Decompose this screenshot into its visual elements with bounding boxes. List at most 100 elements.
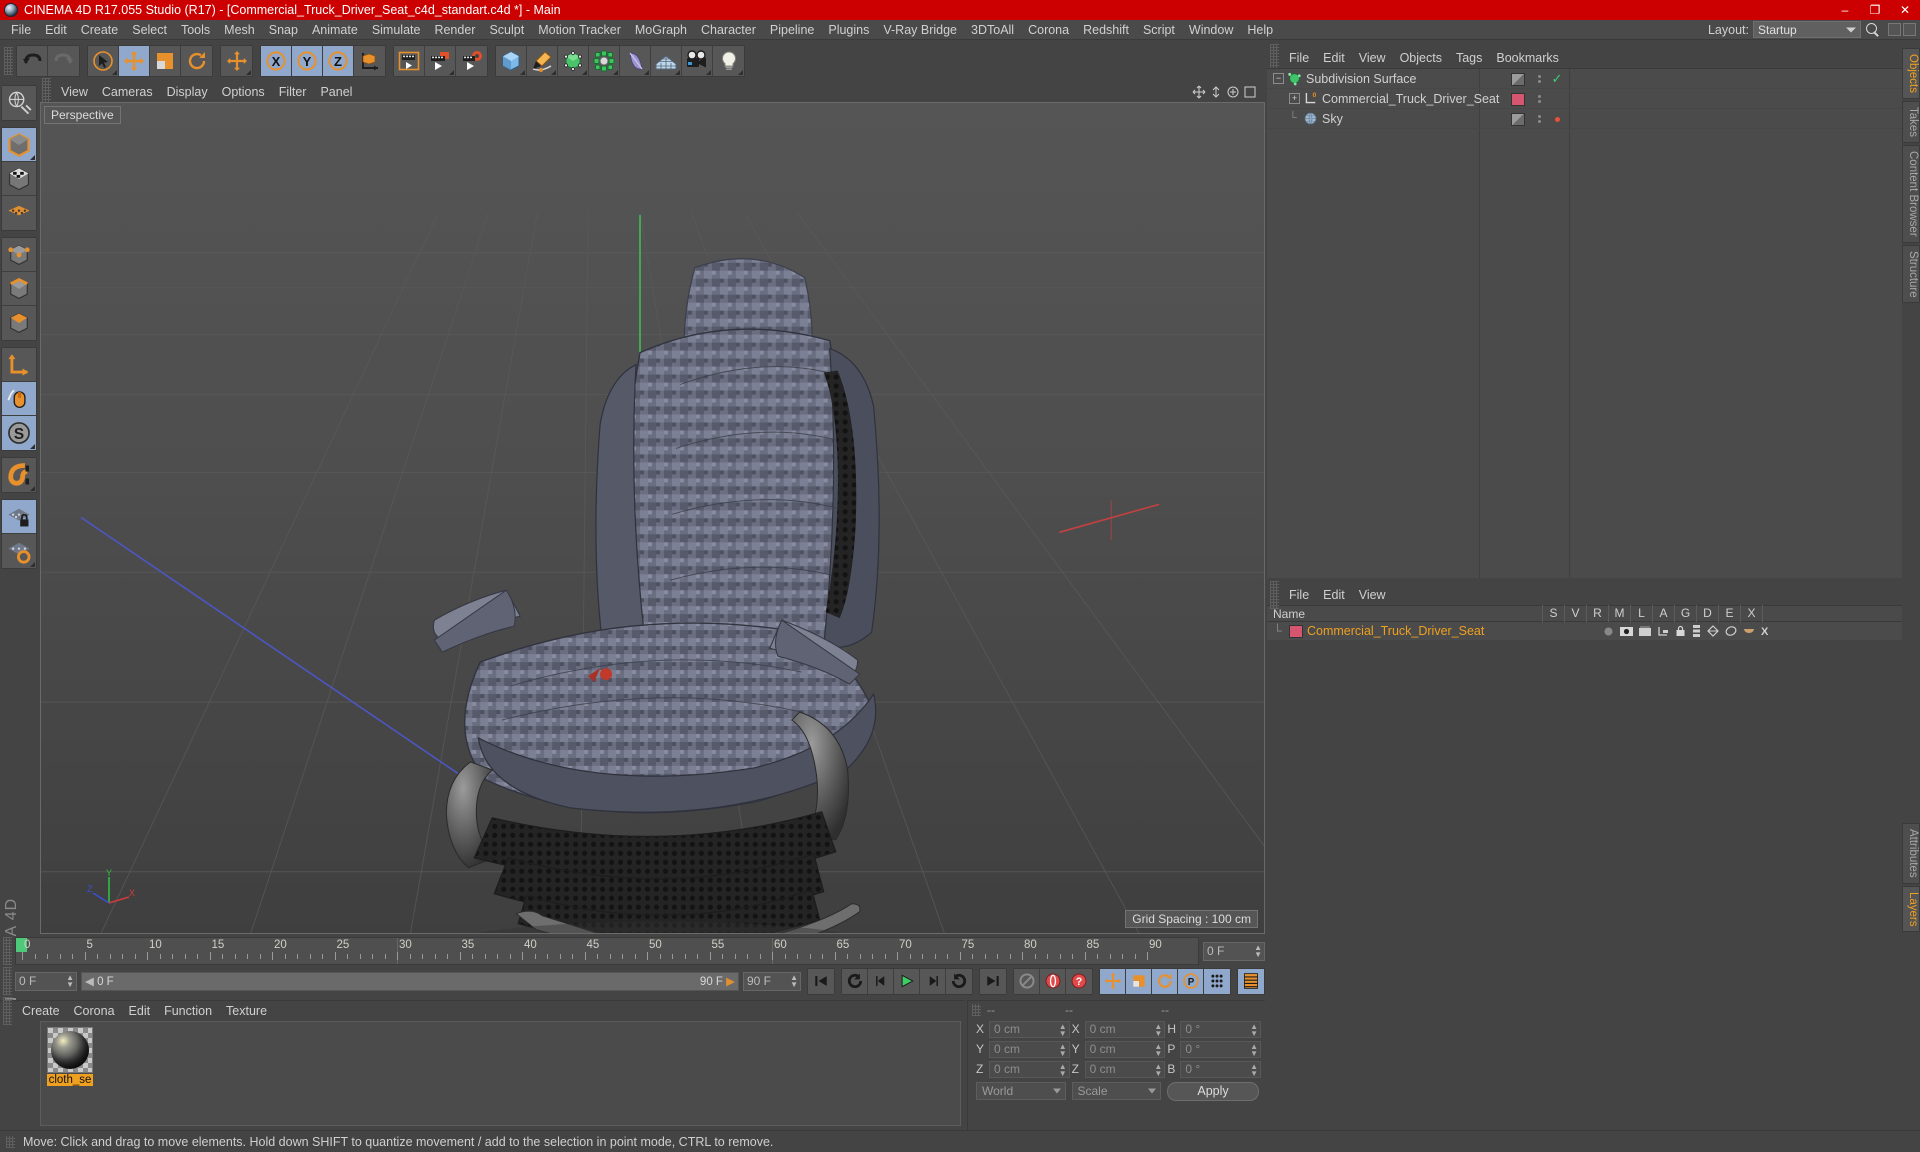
viewport-menu-panel[interactable]: Panel [313, 82, 359, 102]
coord-size-field[interactable]: 0 cm ▲ ▼ [1084, 1060, 1166, 1078]
minimize-button[interactable]: – [1830, 0, 1860, 20]
light-icon[interactable] [713, 46, 744, 76]
menu-3dtoall[interactable]: 3DToAll [964, 20, 1021, 40]
key-scale-icon[interactable] [1126, 968, 1152, 994]
menu-plugins[interactable]: Plugins [821, 20, 876, 40]
vertical-tab-structure[interactable]: Structure [1902, 244, 1920, 304]
spinner-icon[interactable]: ▲ ▼ [66, 974, 74, 989]
object-visibility-dots[interactable] [1504, 69, 1532, 89]
coord-size-field[interactable]: 0 cm ▲ ▼ [1084, 1020, 1166, 1038]
menu-corona[interactable]: Corona [1021, 20, 1076, 40]
object-visibility-dots[interactable] [1504, 89, 1532, 109]
timeline-range-slider[interactable]: ◀ 0 F 90 F ▶ [81, 971, 739, 991]
preview-end-field[interactable]: 90 F ▲ ▼ [743, 971, 801, 991]
spinner-icon[interactable]: ▲ ▼ [1059, 1042, 1067, 1057]
vertical-tab-layers[interactable]: Layers [1902, 885, 1920, 933]
menu-render[interactable]: Render [427, 20, 482, 40]
menu-mograph[interactable]: MoGraph [628, 20, 694, 40]
object-tree[interactable]: − Subdivision Surface ✓ +0 Commercial_Truck_… [1267, 68, 1902, 578]
layer-column-d[interactable]: D [1696, 605, 1718, 622]
next-frame-icon[interactable] [920, 968, 946, 994]
object-visibility-dots[interactable] [1504, 109, 1532, 129]
layer-column-l[interactable]: L [1630, 605, 1652, 622]
layer-column-r[interactable]: R [1586, 605, 1608, 622]
coord-rotation-field[interactable]: 0 ° ▲ ▼ [1180, 1020, 1262, 1038]
vertical-tab-attributes[interactable]: Attributes [1902, 823, 1920, 884]
record-icon[interactable] [1040, 968, 1066, 994]
floor-environment-icon[interactable] [651, 46, 682, 76]
prev-keyframe-icon[interactable] [842, 968, 868, 994]
object-marker[interactable]: ✓ [1546, 69, 1568, 89]
menu-motion-tracker[interactable]: Motion Tracker [531, 20, 628, 40]
toolbar-grip[interactable] [4, 47, 13, 75]
layer-color-swatch[interactable] [1289, 624, 1303, 638]
maximize-viewport-icon[interactable] [1243, 85, 1257, 99]
xpresso-toggle-icon[interactable]: X [1761, 625, 1772, 637]
world-coord-icon[interactable] [354, 46, 385, 76]
vertical-tab-content-browser[interactable]: Content Browser [1902, 145, 1920, 243]
menu-help[interactable]: Help [1240, 20, 1280, 40]
texture-mode-icon[interactable] [2, 162, 36, 196]
edges-mode-icon[interactable] [2, 272, 36, 306]
magnet-icon[interactable] [2, 458, 36, 492]
polygon-axis-icon[interactable] [2, 196, 36, 230]
restore-panel-icon[interactable] [1888, 23, 1901, 36]
transport-grip[interactable] [3, 967, 12, 995]
material-grip[interactable] [3, 997, 12, 1025]
key-pla-icon[interactable] [1204, 968, 1230, 994]
move-icon[interactable] [119, 46, 150, 76]
redo-icon[interactable] [48, 46, 79, 76]
perspective-viewport[interactable]: Perspective Grid Spacing: 100 cm Y X Z [40, 102, 1265, 934]
menu-animate[interactable]: Animate [305, 20, 365, 40]
zoom-viewport-icon[interactable] [1226, 85, 1240, 99]
object-menu-file[interactable]: File [1282, 48, 1316, 68]
menu-pipeline[interactable]: Pipeline [763, 20, 821, 40]
layout-dropdown[interactable]: Startup [1753, 21, 1861, 38]
material-menu-create[interactable]: Create [15, 1001, 67, 1021]
points-mode-icon[interactable] [2, 238, 36, 272]
menu-tools[interactable]: Tools [174, 20, 217, 40]
expand-toggle-icon[interactable]: + [1289, 93, 1300, 104]
coordinates-grip[interactable] [972, 1004, 981, 1016]
go-to-end-icon[interactable] [980, 968, 1006, 994]
layer-row[interactable]: └ Commercial_Truck_Driver_Seat X [1267, 622, 1902, 640]
material-menu-corona[interactable]: Corona [67, 1001, 122, 1021]
render-view-icon[interactable] [394, 46, 425, 76]
spinner-icon[interactable]: ▲ ▼ [1154, 1042, 1162, 1057]
workplane-icon[interactable] [2, 86, 36, 120]
layer-column-e[interactable]: E [1718, 605, 1740, 622]
status-grip[interactable] [6, 1135, 15, 1148]
coordinate-mode-dropdown[interactable]: Scale [1071, 1082, 1161, 1100]
search-icon[interactable] [1865, 22, 1881, 38]
array-icon[interactable] [589, 46, 620, 76]
menu-simulate[interactable]: Simulate [365, 20, 428, 40]
scale-icon[interactable] [150, 46, 181, 76]
layer-column-m[interactable]: M [1608, 605, 1630, 622]
object-menu-tags[interactable]: Tags [1449, 48, 1489, 68]
axis-icon[interactable] [2, 348, 36, 382]
vertical-tab-objects[interactable]: Objects [1902, 48, 1920, 99]
prev-frame-icon[interactable] [868, 968, 894, 994]
scale-viewport-icon[interactable] [1209, 85, 1223, 99]
polygons-mode-icon[interactable] [2, 306, 36, 340]
coord-position-field[interactable]: 0 cm ▲ ▼ [989, 1040, 1070, 1058]
material-menu-edit[interactable]: Edit [122, 1001, 158, 1021]
viewport-solo-icon[interactable] [2, 382, 36, 416]
viewport-menu-cameras[interactable]: Cameras [95, 82, 160, 102]
viewport-menu-display[interactable]: Display [160, 82, 215, 102]
move-viewport-icon[interactable] [1192, 85, 1206, 99]
go-to-start-icon[interactable] [808, 968, 834, 994]
menu-create[interactable]: Create [74, 20, 126, 40]
animation-toggle-icon[interactable] [1692, 625, 1701, 637]
menu-window[interactable]: Window [1182, 20, 1240, 40]
object-menu-objects[interactable]: Objects [1393, 48, 1449, 68]
scale-snap-icon[interactable]: S [2, 416, 36, 450]
menu-snap[interactable]: Snap [262, 20, 305, 40]
expand-toggle-icon[interactable]: − [1273, 73, 1284, 84]
timeline-ruler[interactable]: 0 5 10 15 20 25 30 35 40 45 50 55 60 65 70 75 80 85 90 [15, 937, 1199, 965]
layer-menu-file[interactable]: File [1282, 585, 1316, 605]
menu-redshift[interactable]: Redshift [1076, 20, 1136, 40]
render-settings-icon[interactable] [456, 46, 487, 76]
nurbs-icon[interactable] [558, 46, 589, 76]
layer-column-x[interactable]: X [1740, 605, 1762, 622]
